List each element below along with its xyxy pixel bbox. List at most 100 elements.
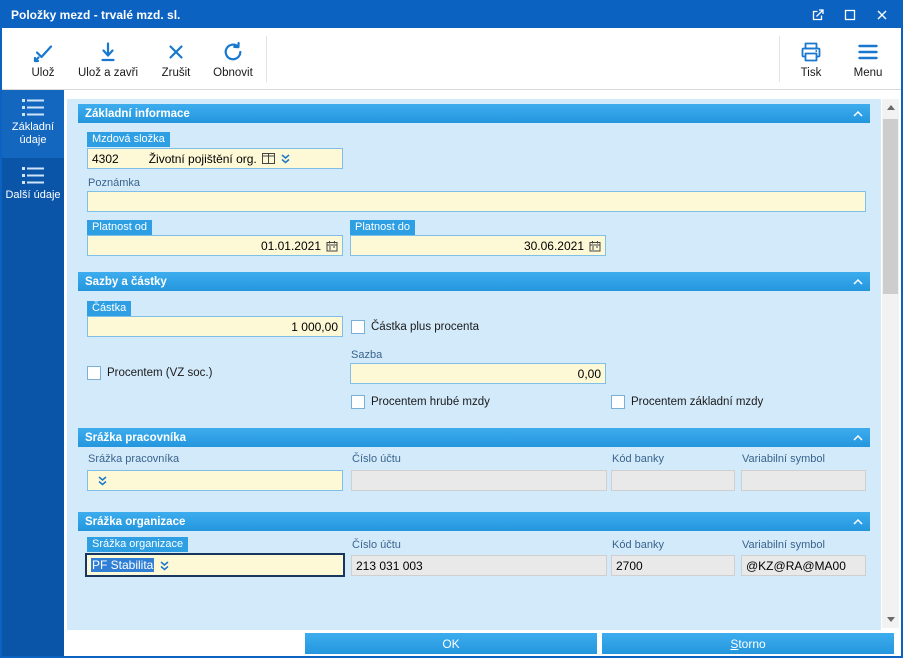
save-close-icon <box>96 40 120 64</box>
org-account-input[interactable]: 213 031 003 <box>351 555 607 576</box>
wage-component-input[interactable]: 4302 Životní pojištění org. <box>87 148 343 169</box>
menu-icon <box>856 40 880 64</box>
sidebar: Základní údaje Další údaje <box>2 90 64 656</box>
org-deduction-label: Srážka organizace <box>87 537 189 552</box>
collapse-chevron-icon[interactable] <box>853 278 863 285</box>
rate-label: Sazba <box>351 349 383 361</box>
employee-account-label: Číslo účtu <box>352 453 401 465</box>
section-header-rates[interactable]: Sazby a částky <box>78 272 870 291</box>
list-icon <box>22 167 44 184</box>
sidebar-item-zakladni-udaje[interactable]: Základní údaje <box>2 90 64 158</box>
org-bank-code-label: Kód banky <box>612 539 664 551</box>
amount-value: 1 000,00 <box>291 319 338 334</box>
employee-var-symbol-label: Variabilní symbol <box>742 453 825 465</box>
section-header-employee-deduction[interactable]: Srážka pracovníka <box>78 428 870 447</box>
close-button[interactable] <box>869 5 895 25</box>
vertical-scrollbar[interactable] <box>882 99 899 628</box>
ok-button[interactable]: OK <box>305 633 597 654</box>
refresh-button[interactable]: Obnovit <box>204 34 262 84</box>
wage-component-label: Mzdová složka <box>87 132 170 147</box>
note-input[interactable] <box>87 191 866 212</box>
checkbox-box <box>351 320 365 334</box>
toolbar-separator <box>779 36 780 82</box>
wage-component-code: 4302 <box>92 151 119 166</box>
collapse-chevron-icon[interactable] <box>853 518 863 525</box>
print-button-label: Tisk <box>800 66 822 79</box>
footer: OK Storno <box>64 630 901 656</box>
employee-deduction-label: Srážka pracovníka <box>88 453 180 465</box>
calendar-icon[interactable] <box>326 240 338 252</box>
window-title: Položky mezd - trvalé mzd. sl. <box>11 8 181 22</box>
close-icon <box>877 10 887 20</box>
sidebar-item-label: Další údaje <box>5 189 61 201</box>
scrollbar-thumb[interactable] <box>883 119 898 294</box>
valid-from-input[interactable]: 01.01.2021 <box>87 235 343 256</box>
org-account-value: 213 031 003 <box>356 558 423 573</box>
refresh-icon <box>221 40 245 64</box>
printer-icon <box>799 40 823 64</box>
window-controls <box>805 5 895 25</box>
employee-deduction-select[interactable] <box>87 470 343 491</box>
ok-button-label: OK <box>442 636 460 651</box>
amount-plus-percent-label: Částka plus procenta <box>371 321 480 333</box>
valid-from-value: 01.01.2021 <box>260 238 321 253</box>
checkbox-box <box>87 366 101 380</box>
checkbox-box <box>611 395 625 409</box>
collapse-chevron-icon[interactable] <box>853 110 863 117</box>
titlebar: Položky mezd - trvalé mzd. sl. <box>2 2 901 28</box>
collapse-chevron-icon[interactable] <box>853 434 863 441</box>
employee-account-input[interactable] <box>351 470 607 491</box>
dropdown-chevrons-icon[interactable] <box>159 560 170 571</box>
section-title: Základní informace <box>85 107 190 120</box>
amount-input[interactable]: 1 000,00 <box>87 316 343 337</box>
rate-input[interactable]: 0,00 <box>350 363 606 384</box>
employee-bank-code-label: Kód banky <box>612 453 664 465</box>
org-var-symbol-value: @KZ@RA@MA00 <box>746 558 846 573</box>
dropdown-chevrons-icon[interactable] <box>97 475 108 486</box>
form-panel: Základní informace Mzdová složka 4302 Ži… <box>67 99 881 630</box>
note-label: Poznámka <box>88 177 140 189</box>
org-deduction-select[interactable]: PF Stabilita <box>85 553 345 577</box>
toolbar: Ulož Ulož a zavři Zrušit Obnovit Tisk Me… <box>2 28 901 90</box>
dialog-window: Položky mezd - trvalé mzd. sl. Ulož Ulož… <box>0 0 903 658</box>
menu-button[interactable]: Menu <box>842 34 894 84</box>
section-header-org-deduction[interactable]: Srážka organizace <box>78 512 870 531</box>
print-button[interactable]: Tisk <box>785 34 837 84</box>
table-lookup-icon[interactable] <box>261 153 275 164</box>
scroll-up-icon <box>886 105 895 110</box>
cancel-button[interactable]: Storno <box>602 633 894 654</box>
scroll-up-button[interactable] <box>882 99 899 116</box>
percent-gross-checkbox[interactable]: Procentem hrubé mzdy <box>351 394 490 410</box>
save-icon <box>31 40 55 64</box>
cancel-toolbar-button[interactable]: Zrušit <box>150 34 202 84</box>
percent-base-checkbox[interactable]: Procentem základní mzdy <box>611 394 763 410</box>
calendar-icon[interactable] <box>589 240 601 252</box>
popout-icon <box>812 9 824 21</box>
valid-to-input[interactable]: 30.06.2021 <box>350 235 606 256</box>
section-header-basic[interactable]: Základní informace <box>78 104 870 123</box>
save-button[interactable]: Ulož <box>16 34 70 84</box>
sidebar-item-dalsi-udaje[interactable]: Další údaje <box>2 158 64 213</box>
toolbar-separator <box>266 36 267 82</box>
org-deduction-value: PF Stabilita <box>91 558 155 572</box>
popout-button[interactable] <box>805 5 831 25</box>
employee-bank-code-input[interactable] <box>611 470 735 491</box>
cancel-x-icon <box>164 40 188 64</box>
org-var-symbol-input[interactable]: @KZ@RA@MA00 <box>741 555 866 576</box>
save-button-label: Ulož <box>31 66 55 79</box>
org-bank-code-input[interactable]: 2700 <box>611 555 735 576</box>
percent-vz-label: Procentem (VZ soc.) <box>107 367 213 379</box>
employee-var-symbol-input[interactable] <box>741 470 866 491</box>
dropdown-chevrons-icon[interactable] <box>280 153 291 164</box>
cancel-button-label: Storno <box>730 636 766 651</box>
maximize-button[interactable] <box>837 5 863 25</box>
percent-vz-checkbox[interactable]: Procentem (VZ soc.) <box>87 365 212 381</box>
amount-plus-percent-checkbox[interactable]: Částka plus procenta <box>351 319 479 335</box>
refresh-button-label: Obnovit <box>213 66 253 79</box>
scroll-down-button[interactable] <box>882 611 899 628</box>
org-bank-code-value: 2700 <box>616 558 643 573</box>
org-account-label: Číslo účtu <box>352 539 401 551</box>
save-and-close-button[interactable]: Ulož a zavři <box>68 34 148 84</box>
sidebar-item-label: Základní údaje <box>11 121 55 146</box>
section-title: Srážka organizace <box>85 515 186 528</box>
